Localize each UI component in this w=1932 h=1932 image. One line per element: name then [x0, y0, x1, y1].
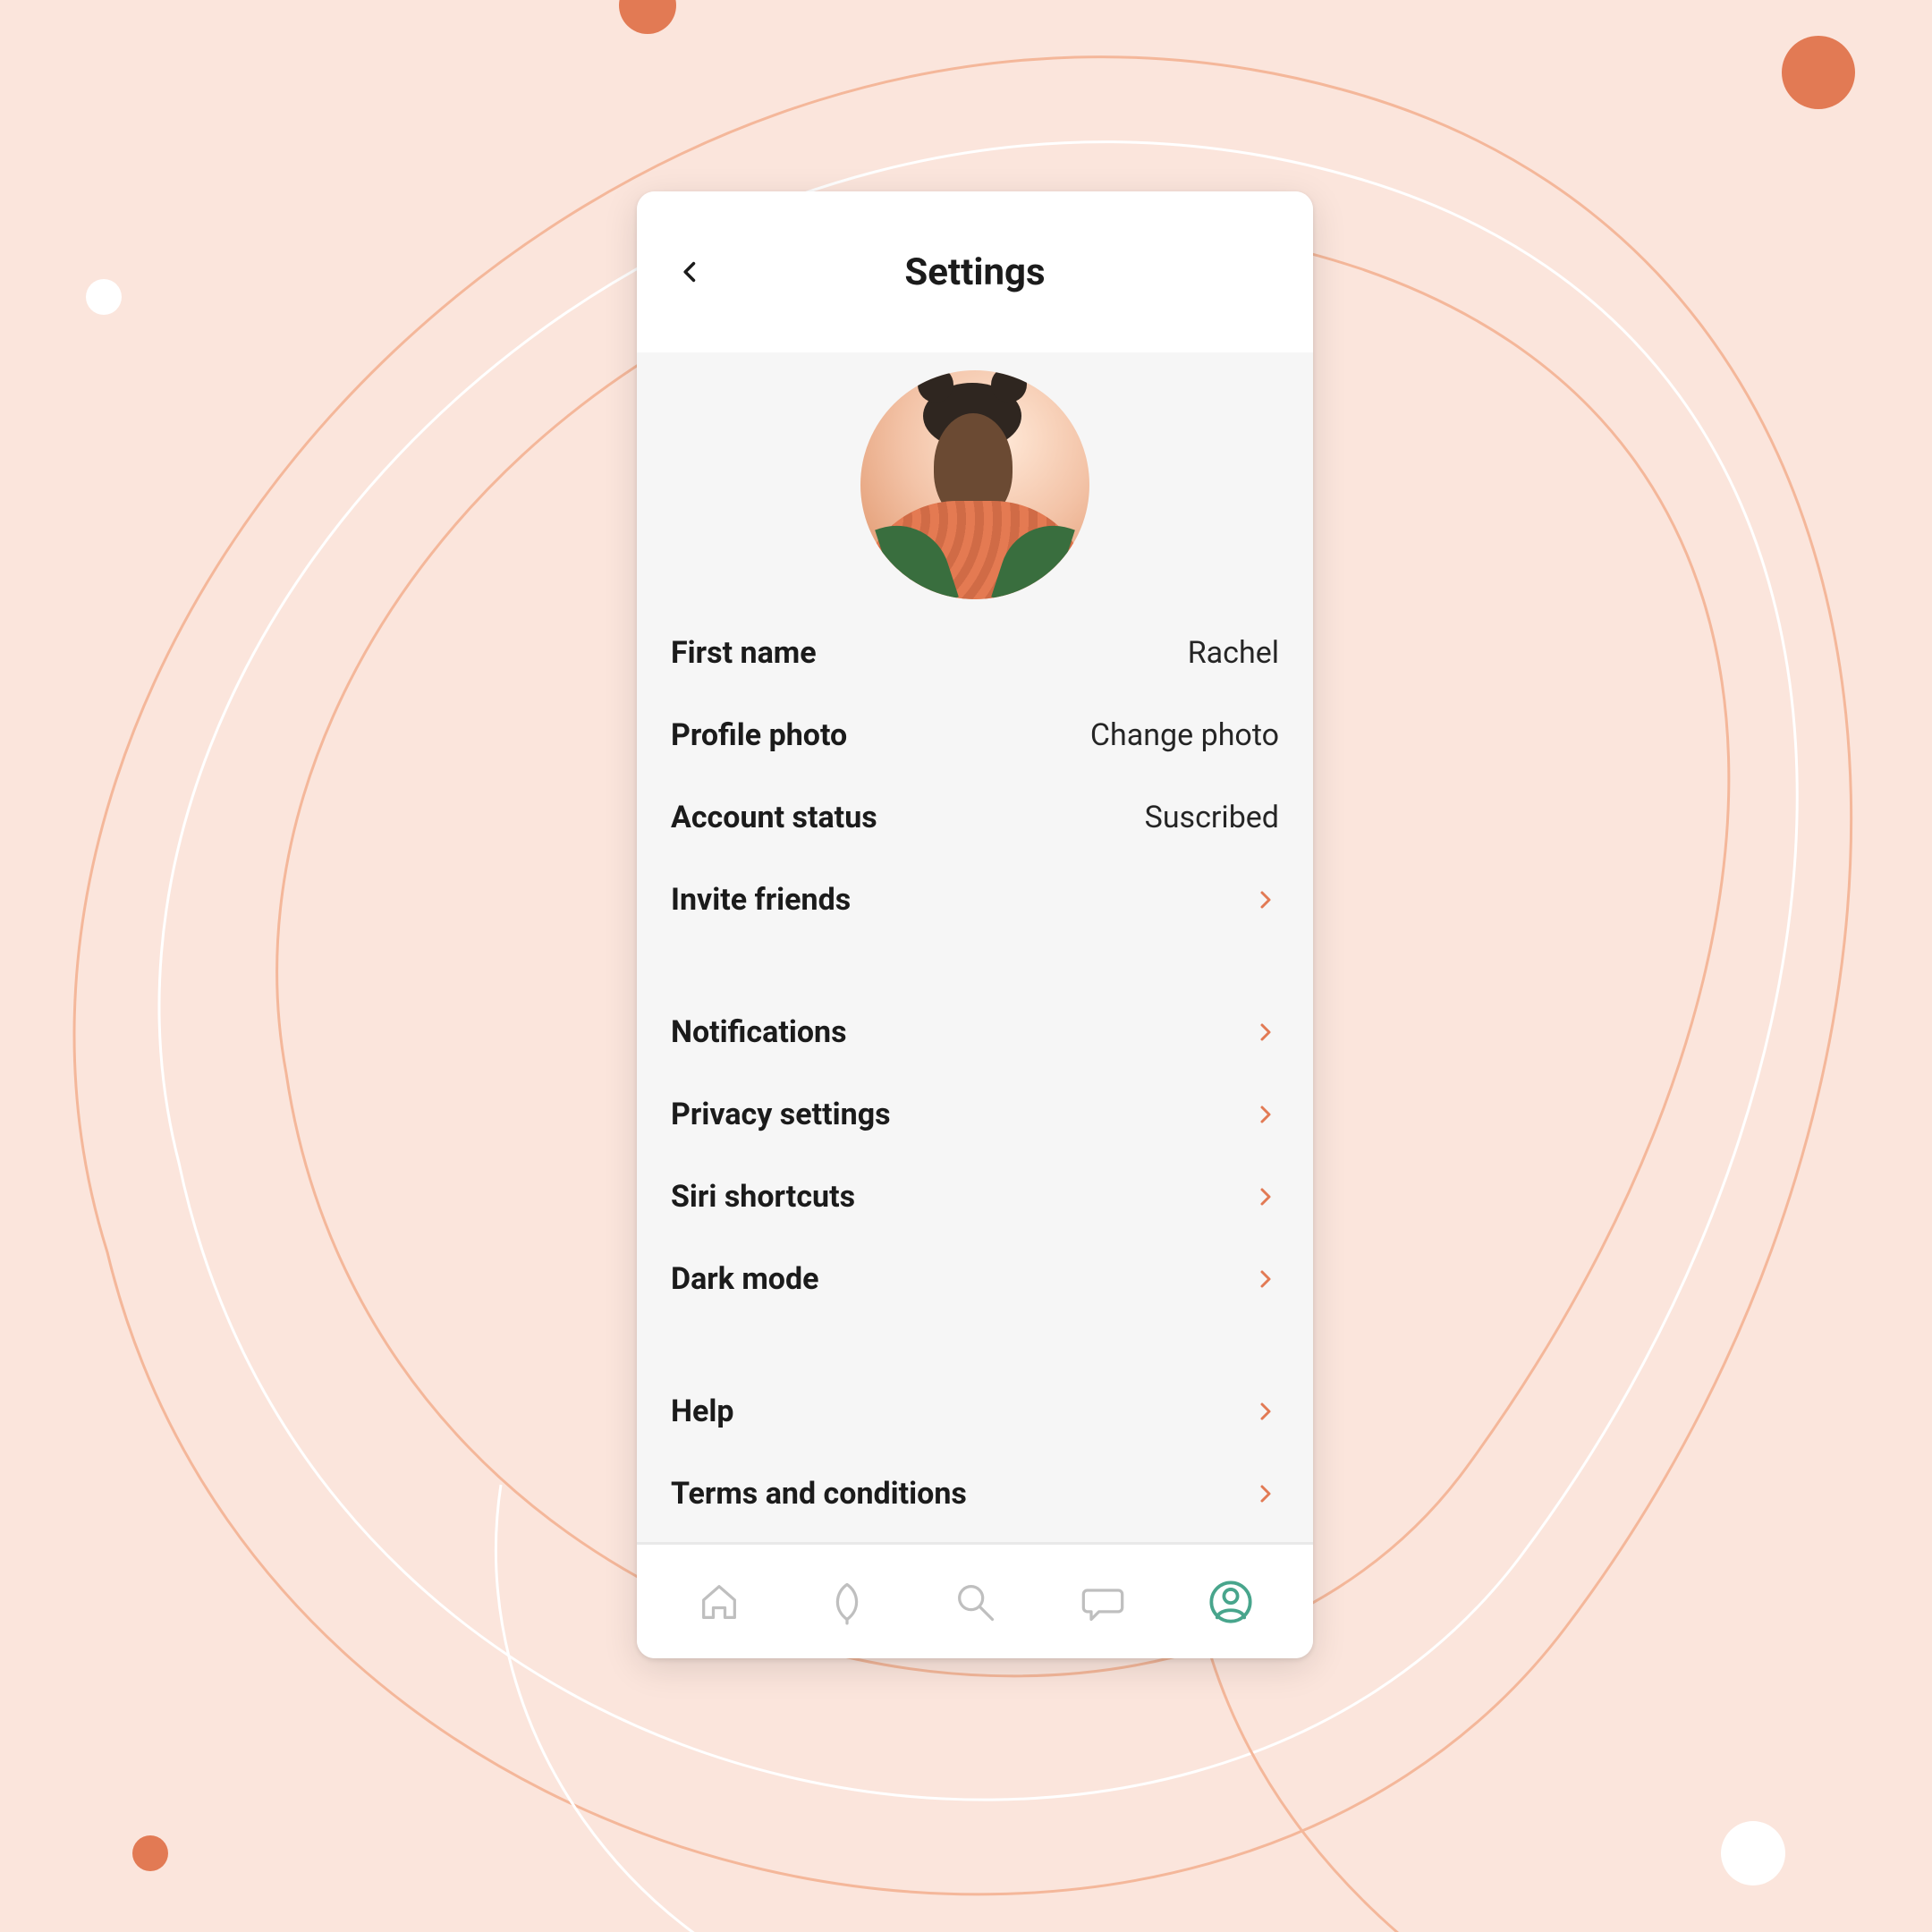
- page-title: Settings: [904, 250, 1045, 294]
- tab-bar: [637, 1542, 1313, 1658]
- chevron-right-icon: [1252, 1101, 1279, 1128]
- decor-dot: [86, 279, 122, 315]
- chevron-right-icon: [1252, 1480, 1279, 1507]
- decor-dot: [1721, 1821, 1785, 1885]
- search-icon: [952, 1579, 998, 1625]
- decor-dot: [1782, 36, 1855, 109]
- row-siri-shortcuts[interactable]: Siri shortcuts: [671, 1156, 1279, 1238]
- row-label: Help: [671, 1394, 734, 1429]
- tab-chat[interactable]: [1077, 1576, 1129, 1628]
- tab-leaf[interactable]: [821, 1576, 873, 1628]
- tab-home[interactable]: [693, 1576, 745, 1628]
- row-value: Change photo: [1090, 717, 1279, 753]
- tab-profile[interactable]: [1205, 1576, 1257, 1628]
- row-help[interactable]: Help: [671, 1370, 1279, 1453]
- row-privacy-settings[interactable]: Privacy settings: [671, 1073, 1279, 1156]
- row-invite-friends[interactable]: Invite friends: [671, 859, 1279, 941]
- row-notifications[interactable]: Notifications: [671, 991, 1279, 1073]
- row-dark-mode[interactable]: Dark mode: [671, 1238, 1279, 1320]
- row-label: First name: [671, 635, 817, 671]
- home-icon: [696, 1579, 742, 1625]
- chevron-left-icon: [678, 259, 703, 284]
- avatar-bun: [991, 370, 1027, 402]
- chevron-right-icon: [1252, 886, 1279, 913]
- row-account-status[interactable]: Account status Suscribed: [671, 776, 1279, 859]
- chat-icon: [1080, 1579, 1126, 1625]
- row-profile-photo[interactable]: Profile photo Change photo: [671, 694, 1279, 776]
- row-label: Privacy settings: [671, 1097, 891, 1132]
- row-first-name[interactable]: First name Rachel: [671, 612, 1279, 694]
- section-gap: [671, 1320, 1279, 1370]
- avatar[interactable]: [860, 370, 1089, 599]
- screen-header: Settings: [637, 191, 1313, 352]
- app-screen: Settings First name Rachel Profile photo…: [637, 191, 1313, 1658]
- back-button[interactable]: [669, 250, 712, 293]
- tab-search[interactable]: [949, 1576, 1001, 1628]
- leaf-icon: [824, 1579, 870, 1625]
- row-label: Invite friends: [671, 882, 851, 918]
- row-value: Suscribed: [1145, 800, 1279, 835]
- row-label: Siri shortcuts: [671, 1179, 855, 1215]
- section-gap: [671, 941, 1279, 991]
- settings-content: First name Rachel Profile photo Change p…: [637, 352, 1313, 1542]
- avatar-wrap: [637, 367, 1313, 612]
- row-terms[interactable]: Terms and conditions: [671, 1453, 1279, 1535]
- row-label: Profile photo: [671, 717, 847, 753]
- row-label: Notifications: [671, 1014, 847, 1050]
- chevron-right-icon: [1252, 1398, 1279, 1425]
- settings-list: First name Rachel Profile photo Change p…: [637, 612, 1313, 1535]
- row-label: Account status: [671, 800, 877, 835]
- chevron-right-icon: [1252, 1019, 1279, 1046]
- profile-icon: [1208, 1579, 1254, 1625]
- row-value: Rachel: [1188, 635, 1279, 671]
- chevron-right-icon: [1252, 1266, 1279, 1292]
- row-label: Terms and conditions: [671, 1476, 967, 1512]
- chevron-right-icon: [1252, 1183, 1279, 1210]
- row-label: Dark mode: [671, 1261, 819, 1297]
- decor-dot: [132, 1835, 168, 1871]
